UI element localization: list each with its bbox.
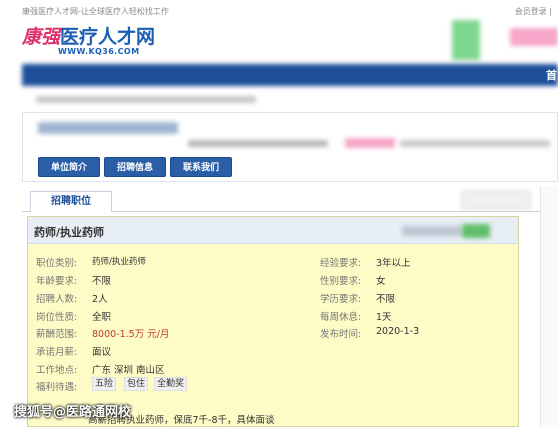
experience-label: 经验要求: [320, 258, 362, 269]
job-title: 药师/执业药师 [34, 226, 105, 239]
gender-label: 性别要求: [320, 276, 362, 287]
headcount-value: 2人 [92, 294, 108, 305]
watermark: 搜狐号@医路通网校 [14, 405, 132, 420]
salary-range-label: 薪酬范围: [36, 329, 78, 340]
benefit-tag: 全勤奖 [154, 377, 188, 391]
education-value: 不限 [376, 294, 396, 305]
promised-salary-label: 承诺月薪: [36, 347, 78, 358]
publish-date-label: 发布时间: [320, 329, 362, 340]
breadcrumb [36, 96, 256, 103]
job-category-value: 药师/执业药师 [92, 257, 146, 267]
job-header-blurred-info [402, 226, 462, 236]
job-type-label: 岗位性质: [36, 312, 78, 323]
benefit-tag: 包住 [124, 377, 149, 391]
job-category-label: 职位类别: [36, 258, 78, 269]
work-location-value: 广东 深圳 南山区 [92, 365, 165, 376]
right-scroll-rail [540, 186, 558, 427]
company-intro-button[interactable]: 单位简介 [38, 157, 100, 177]
job-type-value: 全职 [92, 312, 112, 323]
login-link[interactable]: 会员登录 | [515, 6, 552, 17]
publish-date-value: 2020-1-3 [376, 326, 420, 337]
benefit-tag: 五险 [92, 377, 117, 391]
promised-salary-value: 面议 [92, 347, 112, 358]
logo-brand-red: 康强 [22, 26, 61, 48]
age-label: 年龄要求: [36, 276, 78, 287]
education-label: 学历要求: [320, 294, 362, 305]
tab-recruit[interactable]: 招聘职位 [30, 191, 112, 212]
experience-value: 3年以上 [376, 258, 411, 269]
blurred-header-graphic [452, 20, 480, 60]
job-header-apply-icon[interactable] [462, 224, 490, 238]
headcount-label: 招聘人数: [36, 294, 78, 305]
weekly-rest-value: 1天 [376, 312, 392, 323]
main-nav-bar[interactable] [22, 64, 558, 86]
site-tagline: 康强医疗人才网-让全球医疗人轻松找工作 [22, 7, 169, 16]
tab-more[interactable] [462, 191, 530, 209]
logo-brand-blue: 医疗人才网 [60, 26, 156, 48]
recruit-info-button[interactable]: 招聘信息 [104, 157, 166, 177]
benefits-label: 福利待遇: [36, 382, 78, 393]
blurred-header-banner [510, 28, 558, 46]
salary-range-value: 8000-1.5万 元/月 [92, 329, 170, 340]
company-info-2 [400, 140, 550, 147]
logo-url: WWW.KQ36.COM [58, 47, 140, 56]
weekly-rest-label: 每周休息: [320, 312, 362, 323]
company-name [38, 122, 178, 134]
contact-us-button[interactable]: 联系我们 [170, 157, 232, 177]
work-location-label: 工作地点: [36, 365, 78, 376]
age-value: 不限 [92, 276, 112, 287]
nav-item-home[interactable]: 首 [546, 67, 557, 83]
site-logo[interactable]: 康强医疗人才网 WWW.KQ36.COM [22, 22, 162, 62]
company-badge [345, 138, 395, 148]
gender-value: 女 [376, 276, 386, 287]
company-info [188, 140, 328, 147]
